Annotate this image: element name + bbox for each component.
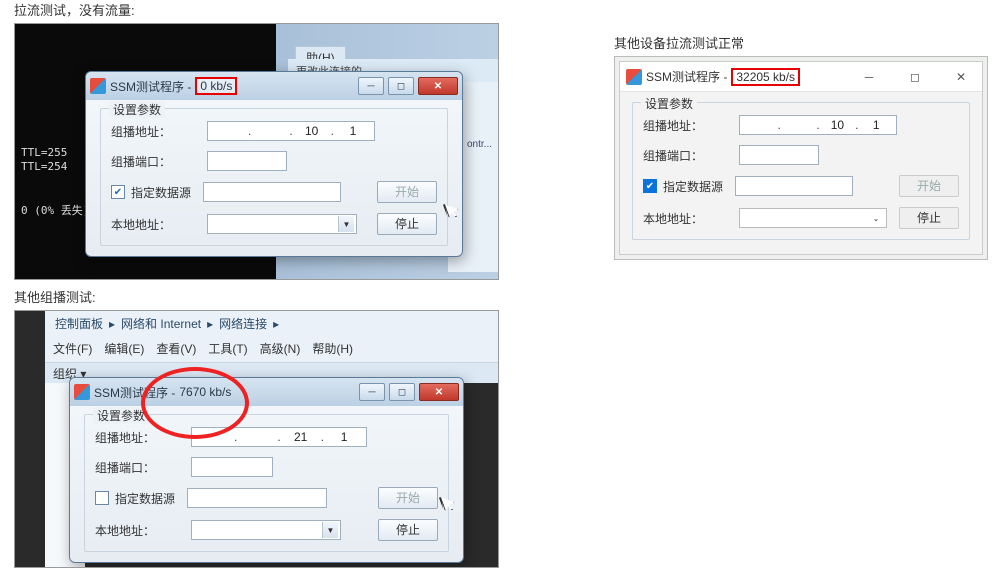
- multicast-port-input[interactable]: [191, 457, 273, 477]
- multicast-addr-input[interactable]: . . 10. 1: [739, 115, 897, 135]
- panel-a-background: TTL=255 TTL=254 0 (0% 丢失) 助(H) 更改此连接的 无 …: [14, 23, 499, 280]
- chevron-down-icon: ⌄: [868, 210, 884, 226]
- rate-readout: 7670 kb/s: [179, 385, 231, 399]
- local-addr-combo[interactable]: ⌄: [739, 208, 887, 228]
- titlebar[interactable]: SSM测试程序 - 32205 kb/s ─ ◻ ✕: [620, 62, 982, 92]
- minimize-button[interactable]: ─: [848, 63, 890, 91]
- local-addr-combo[interactable]: ▼: [191, 520, 341, 540]
- source-addr-input[interactable]: [187, 488, 327, 508]
- caption-a: 拉流测试，没有流量:: [14, 0, 504, 19]
- multicast-addr-input[interactable]: . . 10. 1: [207, 121, 375, 141]
- label-multicast-port: 组播端口：: [643, 147, 733, 164]
- app-icon: [626, 69, 642, 85]
- cmd-ttl2: TTL=254: [21, 160, 67, 173]
- label-multicast-addr: 组播地址：: [643, 117, 733, 134]
- label-multicast-addr: 组播地址：: [95, 429, 185, 446]
- label-local-addr: 本地地址：: [95, 522, 185, 539]
- close-button[interactable]: ✕: [419, 383, 459, 401]
- ssm-window-a: SSM测试程序 - 0 kb/s ─ ◻ ✕ 设置参数 组播地址： . . 10…: [85, 71, 463, 257]
- panel-no-traffic: 拉流测试，没有流量: TTL=255 TTL=254 0 (0% 丢失) 助(H…: [14, 0, 504, 280]
- panel-other-multicast: 其他组播测试: 控制面板 ▸ 网络和 Internet ▸ 网络连接 ▸ 文件(…: [14, 287, 499, 568]
- panel-other-device: 其他设备拉流测试正常 SSM测试程序 - 32205 kb/s ─ ◻ ✕ 设置…: [614, 33, 994, 260]
- maximize-button[interactable]: ◻: [389, 383, 415, 401]
- fieldset-legend: 设置参数: [109, 101, 165, 118]
- maximize-button[interactable]: ◻: [894, 63, 936, 91]
- fieldset-legend: 设置参数: [641, 95, 697, 112]
- label-specify-source: 指定数据源: [663, 178, 723, 195]
- cmd-ttl1: TTL=255: [21, 146, 67, 159]
- maximize-button[interactable]: ◻: [388, 77, 414, 95]
- settings-fieldset: 设置参数 组播地址： . . 21. 1 组播端口：: [84, 414, 449, 552]
- window-title: SSM测试程序 -: [110, 78, 191, 95]
- app-icon: [74, 384, 90, 400]
- settings-fieldset: 设置参数 组播地址： . . 10. 1 组播端口：: [632, 102, 970, 240]
- menu-tools[interactable]: 工具(T): [208, 340, 247, 357]
- settings-fieldset: 设置参数 组播地址： . . 10. 1 组播端口：: [100, 108, 448, 246]
- label-specify-source: 指定数据源: [131, 184, 191, 201]
- panel-b-background: SSM测试程序 - 32205 kb/s ─ ◻ ✕ 设置参数 组播地址： . …: [614, 56, 988, 260]
- window-title: SSM测试程序 -: [94, 384, 175, 401]
- titlebar[interactable]: SSM测试程序 - 0 kb/s ─ ◻ ✕: [86, 72, 462, 100]
- chevron-down-icon: ▼: [338, 216, 354, 232]
- multicast-addr-input[interactable]: . . 21. 1: [191, 427, 367, 447]
- label-multicast-port: 组播端口：: [111, 153, 201, 170]
- caption-c: 其他组播测试:: [14, 287, 499, 306]
- multicast-port-input[interactable]: [207, 151, 287, 171]
- stop-button[interactable]: 停止: [377, 213, 437, 235]
- start-button[interactable]: 开始: [377, 181, 437, 203]
- specify-source-checkbox[interactable]: [111, 185, 125, 199]
- label-multicast-addr: 组播地址：: [111, 123, 201, 140]
- breadcrumb-item[interactable]: 控制面板: [55, 315, 103, 332]
- minimize-button[interactable]: ─: [358, 77, 384, 95]
- source-addr-input[interactable]: [203, 182, 341, 202]
- menu-edit[interactable]: 编辑(E): [104, 340, 144, 357]
- rate-readout: 0 kb/s: [195, 77, 237, 95]
- window-title: SSM测试程序 -: [646, 68, 727, 85]
- menu-advanced[interactable]: 高级(N): [260, 340, 301, 357]
- explorer-menubar: 文件(F) 编辑(E) 查看(V) 工具(T) 高级(N) 帮助(H): [45, 336, 499, 361]
- local-addr-combo[interactable]: ▼: [207, 214, 357, 234]
- minimize-button[interactable]: ─: [359, 383, 385, 401]
- breadcrumb-item[interactable]: 网络连接: [219, 315, 267, 332]
- label-local-addr: 本地地址：: [643, 210, 733, 227]
- stop-button[interactable]: 停止: [378, 519, 438, 541]
- titlebar[interactable]: SSM测试程序 - 7670 kb/s ─ ◻ ✕: [70, 378, 463, 406]
- start-button[interactable]: 开始: [378, 487, 438, 509]
- close-button[interactable]: ✕: [940, 63, 982, 91]
- bg-ontr: ontr...: [467, 139, 492, 150]
- close-button[interactable]: ✕: [418, 77, 458, 95]
- menu-view[interactable]: 查看(V): [156, 340, 196, 357]
- source-addr-input[interactable]: [735, 176, 853, 196]
- menu-help[interactable]: 帮助(H): [312, 340, 353, 357]
- specify-source-checkbox[interactable]: [95, 491, 109, 505]
- label-specify-source: 指定数据源: [115, 490, 175, 507]
- rate-readout: 32205 kb/s: [731, 68, 800, 86]
- menu-file[interactable]: 文件(F): [53, 340, 92, 357]
- caption-b: 其他设备拉流测试正常: [614, 33, 994, 52]
- label-local-addr: 本地地址：: [111, 216, 201, 233]
- label-multicast-port: 组播端口：: [95, 459, 185, 476]
- fieldset-legend: 设置参数: [93, 407, 149, 424]
- app-icon: [90, 78, 106, 94]
- cmd-loss: 0 (0% 丢失): [21, 202, 89, 218]
- stop-button[interactable]: 停止: [899, 207, 959, 229]
- chevron-down-icon: ▼: [322, 522, 338, 538]
- panel-c-background: 控制面板 ▸ 网络和 Internet ▸ 网络连接 ▸ 文件(F) 编辑(E)…: [14, 310, 499, 568]
- ssm-window-c: SSM测试程序 - 7670 kb/s ─ ◻ ✕ 设置参数 组播地址： . .…: [69, 377, 464, 563]
- ssm-window-b: SSM测试程序 - 32205 kb/s ─ ◻ ✕ 设置参数 组播地址： . …: [619, 61, 983, 255]
- explorer-header: 控制面板 ▸ 网络和 Internet ▸ 网络连接 ▸ 文件(F) 编辑(E)…: [45, 311, 499, 363]
- specify-source-checkbox[interactable]: [643, 179, 657, 193]
- breadcrumb[interactable]: 控制面板 ▸ 网络和 Internet ▸ 网络连接 ▸: [45, 311, 499, 336]
- breadcrumb-item[interactable]: 网络和 Internet: [121, 315, 201, 332]
- start-button[interactable]: 开始: [899, 175, 959, 197]
- multicast-port-input[interactable]: [739, 145, 819, 165]
